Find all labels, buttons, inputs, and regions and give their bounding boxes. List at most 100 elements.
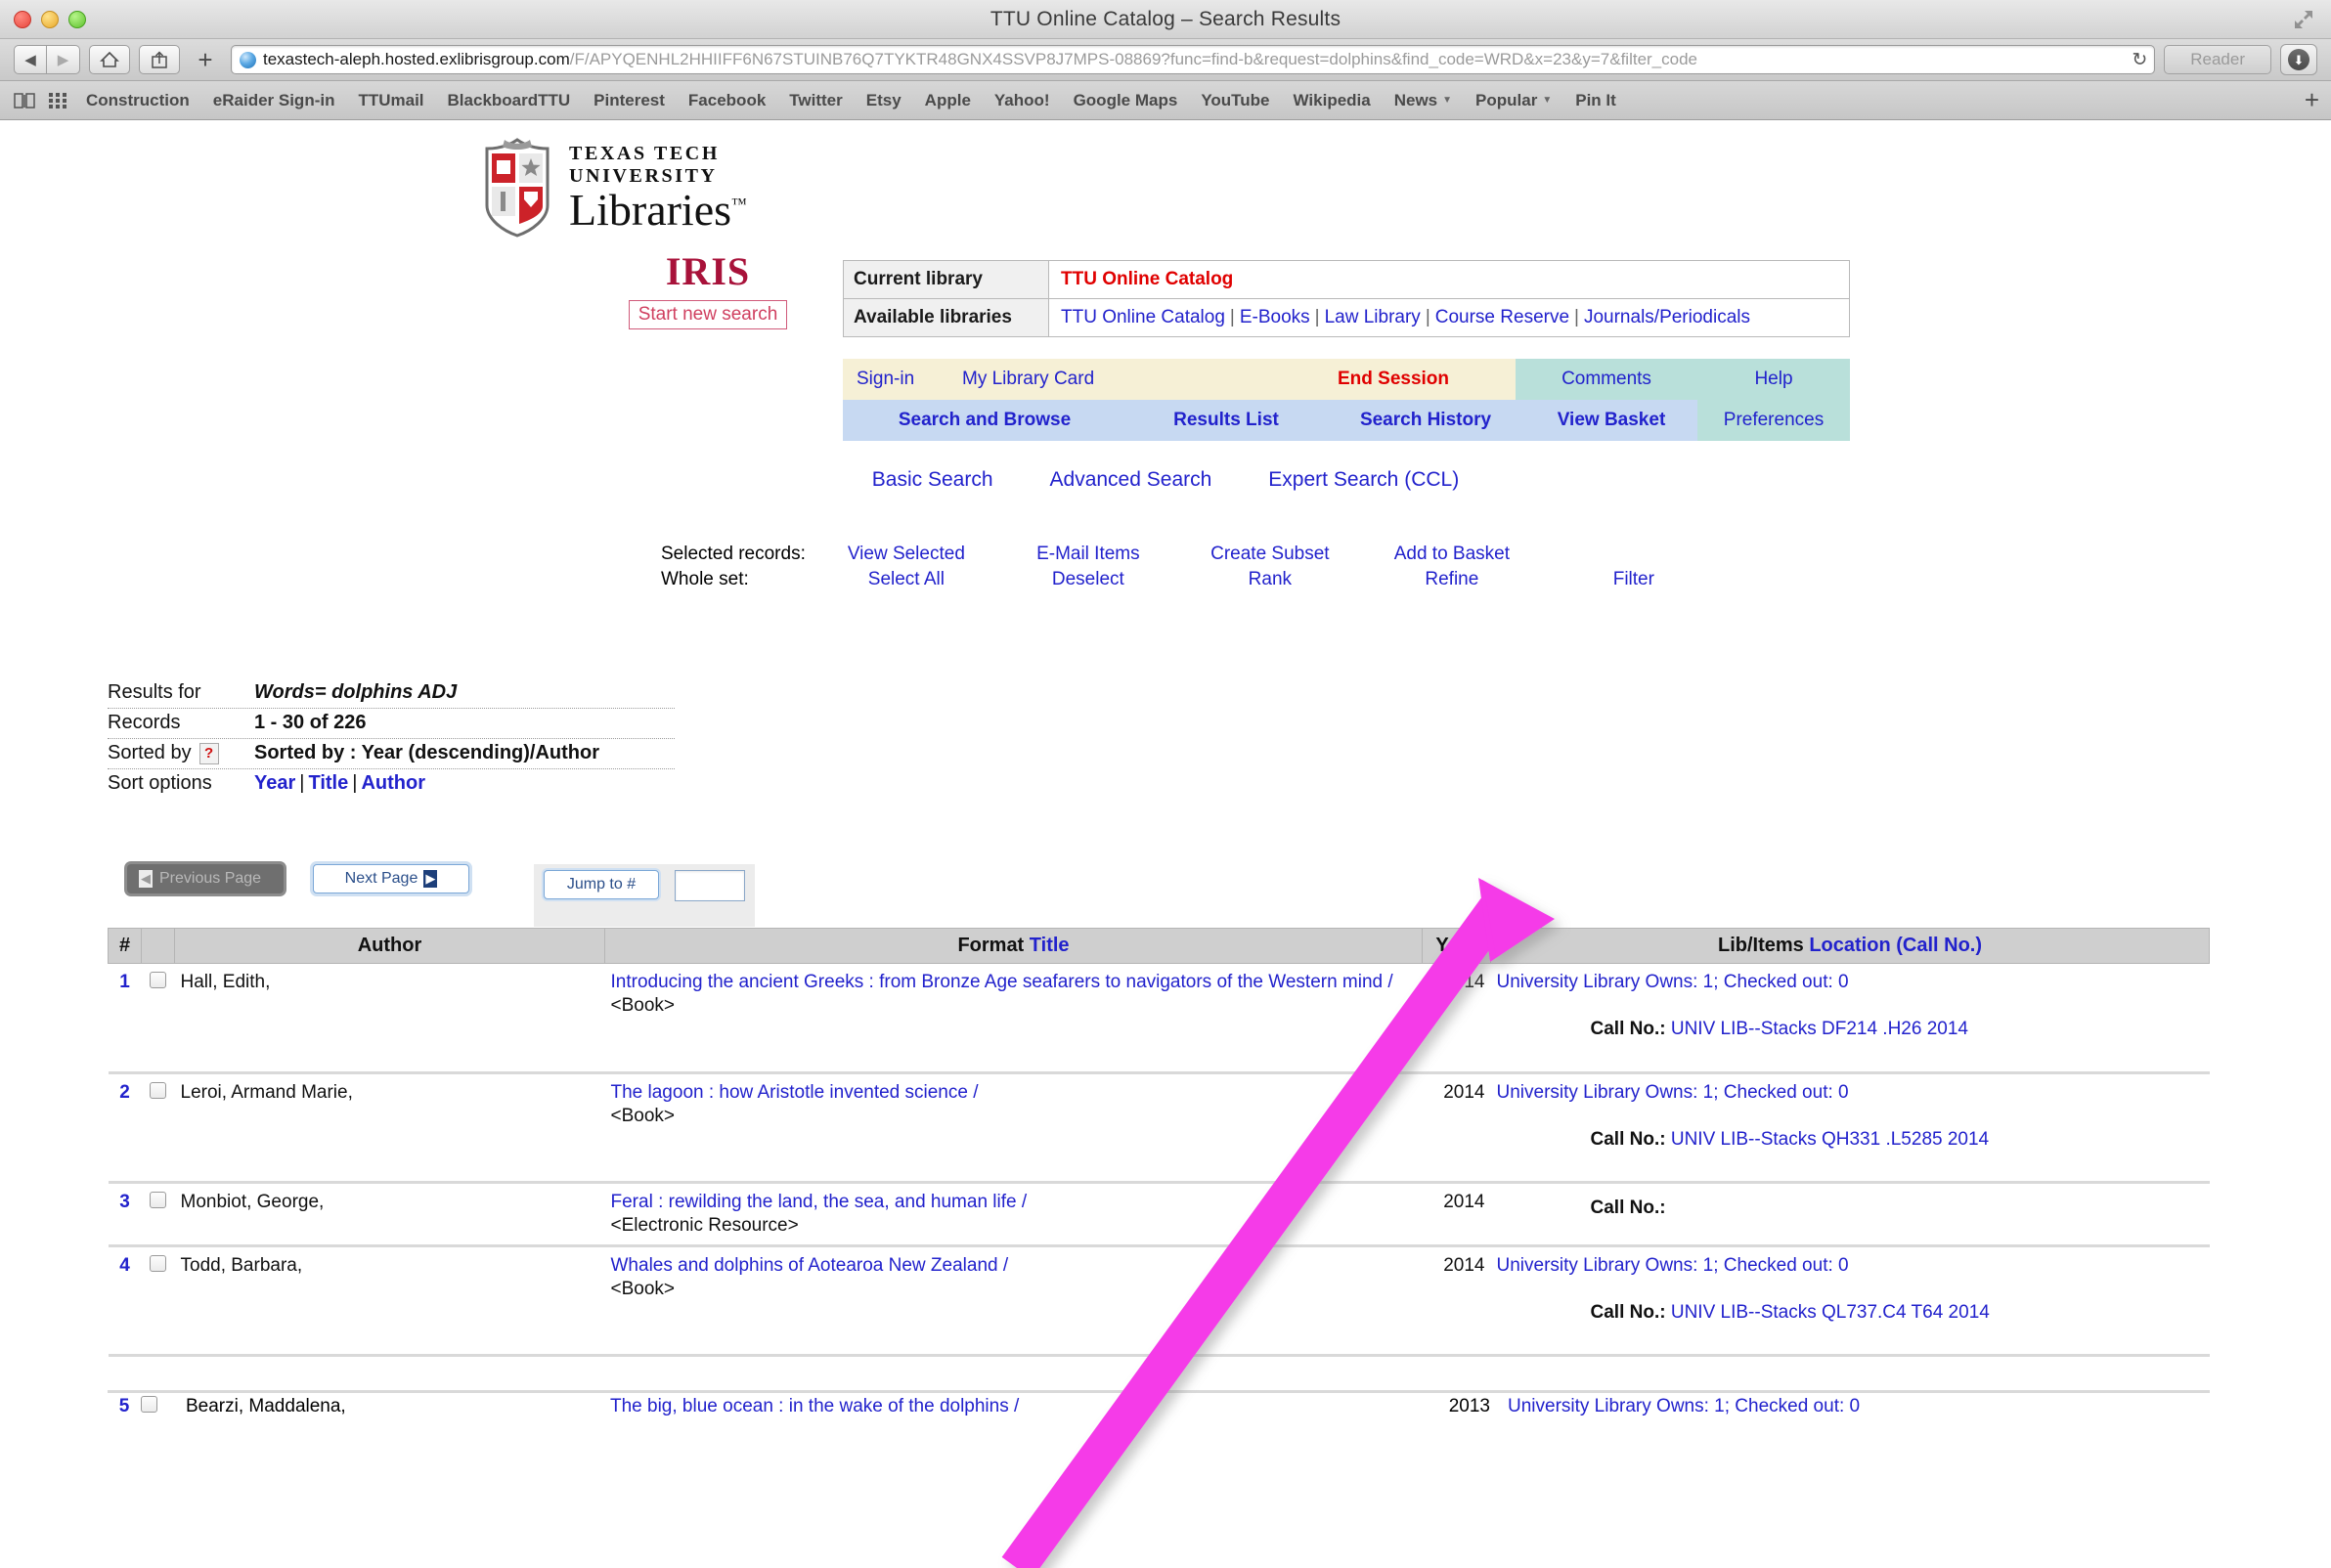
bookmark-wikipedia[interactable]: Wikipedia <box>1282 91 1383 110</box>
table-row[interactable]: 4 Todd, Barbara, Whales and dolphins of … <box>108 1245 2210 1357</box>
action-link[interactable]: Add to Basket <box>1394 544 1510 564</box>
header-author[interactable]: Author <box>174 928 605 964</box>
nav-preferences[interactable]: Preferences <box>1697 400 1850 441</box>
previous-page-button[interactable]: ◀ Previous Page <box>127 864 284 893</box>
jump-to-input[interactable] <box>675 870 745 901</box>
zoom-window-button[interactable] <box>68 10 86 28</box>
row-select-cell[interactable] <box>141 963 175 1074</box>
next-page-button[interactable]: Next Page ▶ <box>313 864 469 893</box>
action-link[interactable]: Filter <box>1613 569 1654 589</box>
table-row-partial[interactable]: 5 Bearzi, Maddalena, The big, blue ocean… <box>108 1390 2210 1416</box>
action-link[interactable]: E-Mail Items <box>1036 544 1140 564</box>
bookmark-twitter[interactable]: Twitter <box>777 91 854 110</box>
row-checkbox[interactable] <box>150 1082 166 1099</box>
nav-search-and-browse[interactable]: Search and Browse <box>843 400 1126 441</box>
bookmark-blackboardttu[interactable]: BlackboardTTU <box>436 91 583 110</box>
row-select-cell[interactable] <box>141 1245 175 1357</box>
table-row[interactable]: 1 Hall, Edith, Introducing the ancient G… <box>108 963 2210 1074</box>
top-sites-icon[interactable] <box>41 92 74 109</box>
library-link-ttu-online-catalog[interactable]: TTU Online Catalog <box>1061 307 1225 327</box>
sort-by-author-link[interactable]: Author <box>361 772 425 794</box>
nav-sign-in[interactable]: Sign-in <box>843 359 948 400</box>
share-button[interactable] <box>139 45 180 74</box>
close-window-button[interactable] <box>14 10 31 28</box>
row-select-cell[interactable] <box>141 1396 174 1416</box>
nav-comments[interactable]: Comments <box>1516 359 1697 400</box>
nav-buttons[interactable]: ◀ ▶ <box>14 45 80 74</box>
action-create-subset[interactable]: Create Subset <box>1179 542 1361 567</box>
row-checkbox[interactable] <box>150 1255 166 1272</box>
header-location-link[interactable]: Location (Call No.) <box>1809 935 1982 956</box>
nav-results-list[interactable]: Results List <box>1126 400 1326 441</box>
action-filter[interactable]: Filter <box>1543 567 1725 592</box>
row-select-cell[interactable] <box>141 1072 175 1184</box>
add-tab-button[interactable]: + <box>2305 85 2319 115</box>
minimize-window-button[interactable] <box>41 10 59 28</box>
action-link[interactable]: View Selected <box>848 544 965 564</box>
downloads-button[interactable]: ⬇ <box>2280 44 2317 75</box>
action-view-selected[interactable]: View Selected <box>815 542 997 567</box>
row-holdings-link[interactable]: University Library Owns: 1; Checked out:… <box>1497 1082 1849 1103</box>
action-deselect[interactable]: Deselect <box>997 567 1179 592</box>
action-select-all[interactable]: Select All <box>815 567 997 592</box>
window-controls[interactable] <box>14 10 86 28</box>
row-title-link[interactable]: Whales and dolphins of Aotearoa New Zeal… <box>611 1255 1009 1276</box>
help-question-icon[interactable]: ? <box>198 742 219 764</box>
row-title-link[interactable]: The big, blue ocean : in the wake of the… <box>604 1396 1422 1416</box>
row-select-cell[interactable] <box>141 1182 175 1247</box>
home-button[interactable] <box>89 45 130 74</box>
bookmark-google-maps[interactable]: Google Maps <box>1062 91 1190 110</box>
show-sidebar-icon[interactable] <box>8 92 41 109</box>
bookmark-news[interactable]: News ▼ <box>1383 91 1464 110</box>
action-rank[interactable]: Rank <box>1179 567 1361 592</box>
link-expert-search[interactable]: Expert Search (CCL) <box>1268 468 1459 492</box>
library-link-journals-periodicals[interactable]: Journals/Periodicals <box>1584 307 1750 327</box>
sort-by-year-link[interactable]: Year <box>254 772 295 794</box>
call-no-link[interactable]: UNIV LIB--Stacks DF214 .H26 2014 <box>1671 1019 1968 1039</box>
bookmark-ttumail[interactable]: TTUmail <box>346 91 435 110</box>
action-add-to-basket[interactable]: Add to Basket <box>1361 542 1543 567</box>
row-holdings-link[interactable]: University Library Owns: 1; Checked out:… <box>1497 972 1849 992</box>
nav-search-history[interactable]: Search History <box>1326 400 1525 441</box>
jump-to-button[interactable]: Jump to # <box>544 870 659 899</box>
row-holdings-link[interactable]: University Library Owns: 1; Checked out:… <box>1490 1396 1860 1416</box>
action-email-items[interactable]: E-Mail Items <box>997 542 1179 567</box>
new-tab-button[interactable]: + <box>189 45 222 74</box>
bookmark-apple[interactable]: Apple <box>913 91 983 110</box>
bookmark-eraider-sign-in[interactable]: eRaider Sign-in <box>201 91 347 110</box>
bookmark-pin-it[interactable]: Pin It <box>1563 91 1628 110</box>
reader-button[interactable]: Reader <box>2164 45 2271 74</box>
bookmark-yahoo[interactable]: Yahoo! <box>983 91 1062 110</box>
nav-help[interactable]: Help <box>1697 359 1850 400</box>
library-link-law-library[interactable]: Law Library <box>1325 307 1421 327</box>
row-title-link[interactable]: Introducing the ancient Greeks : from Br… <box>611 972 1393 992</box>
bookmark-popular[interactable]: Popular ▼ <box>1464 91 1563 110</box>
start-new-search-button[interactable]: Start new search <box>628 300 788 329</box>
action-refine[interactable]: Refine <box>1361 567 1543 592</box>
action-link[interactable]: Select All <box>868 569 945 589</box>
row-checkbox[interactable] <box>141 1396 157 1413</box>
call-no-link[interactable]: UNIV LIB--Stacks QL737.C4 T64 2014 <box>1671 1302 1990 1323</box>
action-link[interactable]: Refine <box>1425 569 1478 589</box>
table-row[interactable]: 2 Leroi, Armand Marie, The lagoon : how … <box>108 1072 2210 1184</box>
nav-end-session[interactable]: End Session <box>1271 359 1516 400</box>
fullscreen-icon[interactable] <box>2292 8 2315 31</box>
bookmark-etsy[interactable]: Etsy <box>855 91 913 110</box>
header-title-link[interactable]: Title <box>1030 935 1070 956</box>
link-advanced-search[interactable]: Advanced Search <box>1050 468 1212 492</box>
row-holdings-link[interactable]: University Library Owns: 1; Checked out:… <box>1497 1255 1849 1276</box>
bookmark-pinterest[interactable]: Pinterest <box>582 91 677 110</box>
sort-by-title-link[interactable]: Title <box>308 772 348 794</box>
row-title-link[interactable]: The lagoon : how Aristotle invented scie… <box>611 1082 979 1103</box>
library-link-course-reserve[interactable]: Course Reserve <box>1435 307 1569 327</box>
table-row[interactable]: 3 Monbiot, George, Feral : rewilding the… <box>108 1182 2210 1247</box>
row-title-link[interactable]: Feral : rewilding the land, the sea, and… <box>611 1192 1028 1212</box>
row-checkbox[interactable] <box>150 972 166 988</box>
nav-my-library-card[interactable]: My Library Card <box>948 359 1271 400</box>
address-bar[interactable]: texastech-aleph.hosted.exlibrisgroup.com… <box>231 45 2156 74</box>
forward-button[interactable]: ▶ <box>47 45 80 74</box>
action-link[interactable]: Deselect <box>1052 569 1124 589</box>
action-link[interactable]: Rank <box>1249 569 1292 589</box>
nav-view-basket[interactable]: View Basket <box>1525 400 1697 441</box>
link-basic-search[interactable]: Basic Search <box>872 468 993 492</box>
